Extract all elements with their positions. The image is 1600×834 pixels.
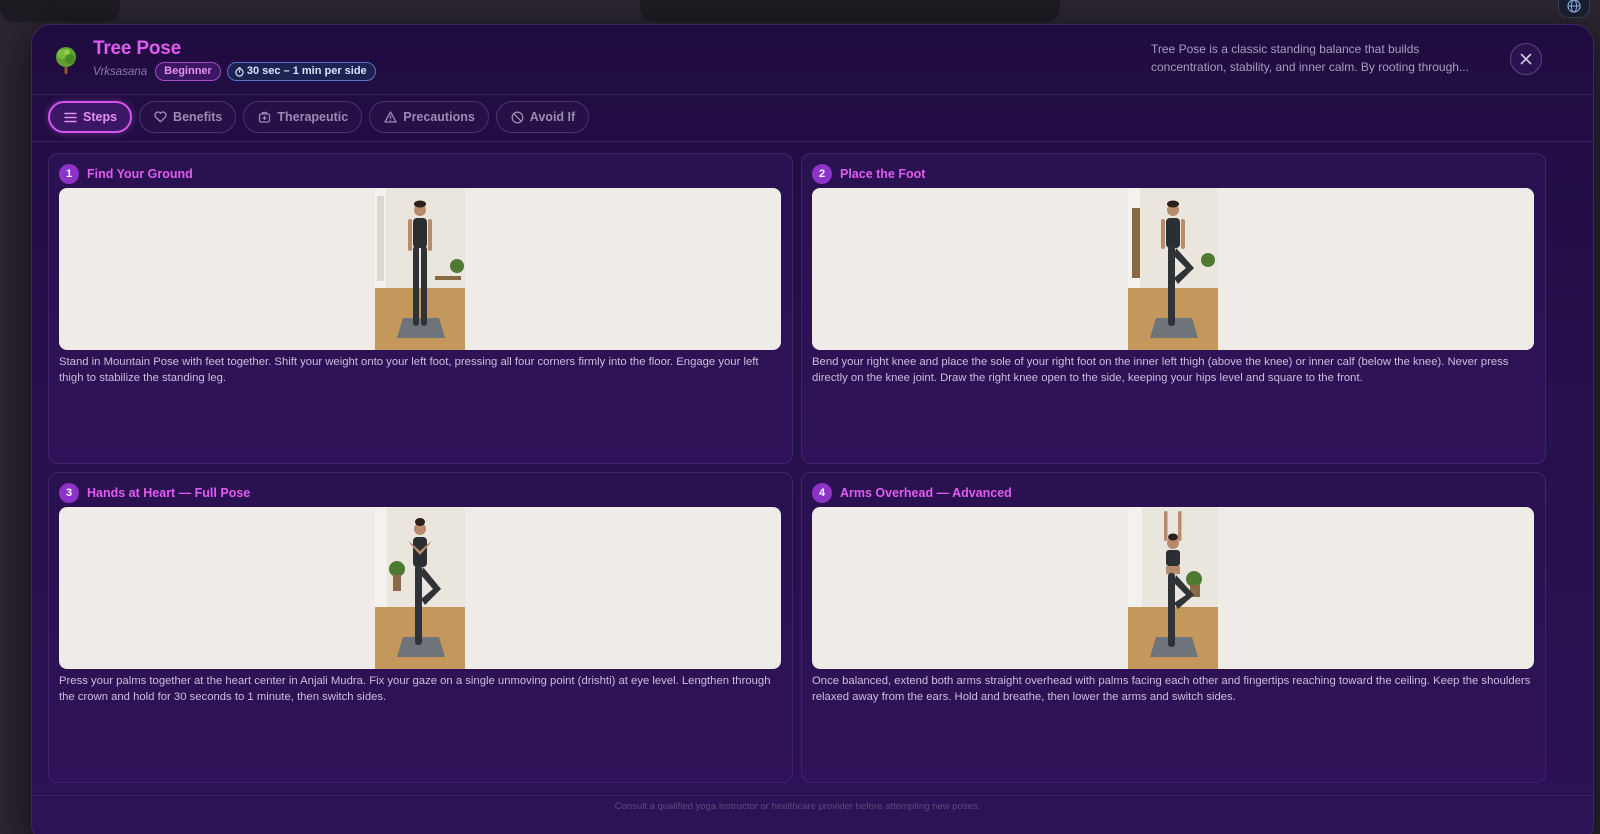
tree-icon: [56, 47, 76, 74]
tab-label: Benefits: [173, 110, 223, 124]
tab-label: Therapeutic: [277, 110, 349, 124]
step-card: 4 Arms Overhead — Advanced Once balanced…: [801, 472, 1546, 783]
close-button[interactable]: [1510, 43, 1542, 75]
tab-label: Precautions: [403, 110, 475, 124]
step-card: 1 Find Your Ground Stand in Mountain Pos…: [48, 153, 793, 464]
step-title: Find Your Ground: [87, 167, 193, 181]
step-description: Bend your right knee and place the sole …: [812, 356, 1509, 384]
close-icon: [1520, 53, 1532, 65]
step-title: Arms Overhead — Advanced: [840, 486, 1012, 500]
step-image-frame: [812, 507, 1534, 669]
pose-detail-modal: Tree Pose Vrksasana Beginner 30 sec – 1 …: [31, 24, 1594, 834]
safety-disclaimer: Consult a qualified yoga instructor or h…: [614, 801, 981, 812]
step-image-frame: [59, 188, 781, 350]
timer-icon: [235, 66, 244, 77]
step-card: 3 Hands at Heart — Full Pose Press your …: [48, 472, 793, 783]
arms-overhead-photo: [1128, 507, 1218, 669]
tabs-divider: [32, 141, 1593, 142]
hands-at-heart-photo: [375, 507, 465, 669]
tab-bar: Steps Benefits Therapeutic Precautions A…: [48, 101, 590, 133]
step-header: 3 Hands at Heart — Full Pose: [59, 483, 782, 503]
pose-title: Tree Pose: [93, 38, 181, 59]
heart-icon: [154, 111, 167, 123]
step-description: Once balanced, extend both arms straight…: [812, 675, 1531, 703]
step-description: Press your palms together at the heart c…: [59, 675, 771, 703]
step-header: 4 Arms Overhead — Advanced: [812, 483, 1535, 503]
step-header: 1 Find Your Ground: [59, 164, 782, 184]
backdrop-blur: [640, 0, 1060, 22]
medical-kit-icon: [259, 111, 271, 123]
warning-icon: [384, 111, 397, 123]
step-number: 2: [812, 164, 832, 184]
step-header: 2 Place the Foot: [812, 164, 1535, 184]
footer-divider: [32, 795, 1593, 796]
tab-label: Steps: [83, 110, 118, 124]
list-icon: [64, 112, 77, 122]
backdrop-blur: [0, 0, 120, 22]
globe-icon: [1567, 0, 1581, 13]
step-number: 4: [812, 483, 832, 503]
tab-therapeutic[interactable]: Therapeutic: [243, 101, 363, 133]
step-title: Hands at Heart — Full Pose: [87, 486, 251, 500]
tab-benefits[interactable]: Benefits: [139, 101, 237, 133]
duration-text: 30 sec – 1 min per side: [246, 65, 367, 77]
step-number: 3: [59, 483, 79, 503]
sanskrit-name: Vrksasana: [93, 65, 148, 78]
pose-description: Tree Pose is a classic standing balance …: [1151, 42, 1469, 74]
modal-header: Tree Pose Vrksasana Beginner 30 sec – 1 …: [32, 25, 1593, 95]
steps-grid: 1 Find Your Ground Stand in Mountain Pos…: [48, 153, 1546, 783]
step-card: 2 Place the Foot Bend your right knee an…: [801, 153, 1546, 464]
step-description: Stand in Mountain Pose with feet togethe…: [59, 356, 759, 384]
step-image-frame: [812, 188, 1534, 350]
pose-meta: Vrksasana Beginner 30 sec – 1 min per si…: [93, 62, 376, 81]
foot-placement-photo: [1128, 188, 1218, 350]
tab-precautions[interactable]: Precautions: [369, 101, 489, 133]
step-title: Place the Foot: [840, 167, 926, 181]
language-button[interactable]: [1558, 0, 1590, 18]
ban-icon: [511, 111, 524, 123]
duration-badge: 30 sec – 1 min per side: [226, 62, 376, 81]
tab-avoid-if[interactable]: Avoid If: [495, 101, 590, 133]
level-badge: Beginner: [155, 62, 221, 81]
tab-steps[interactable]: Steps: [48, 101, 133, 133]
step-number: 1: [59, 164, 79, 184]
step-image-frame: [59, 507, 781, 669]
tab-label: Avoid If: [529, 110, 576, 124]
mountain-pose-photo: [375, 188, 465, 350]
